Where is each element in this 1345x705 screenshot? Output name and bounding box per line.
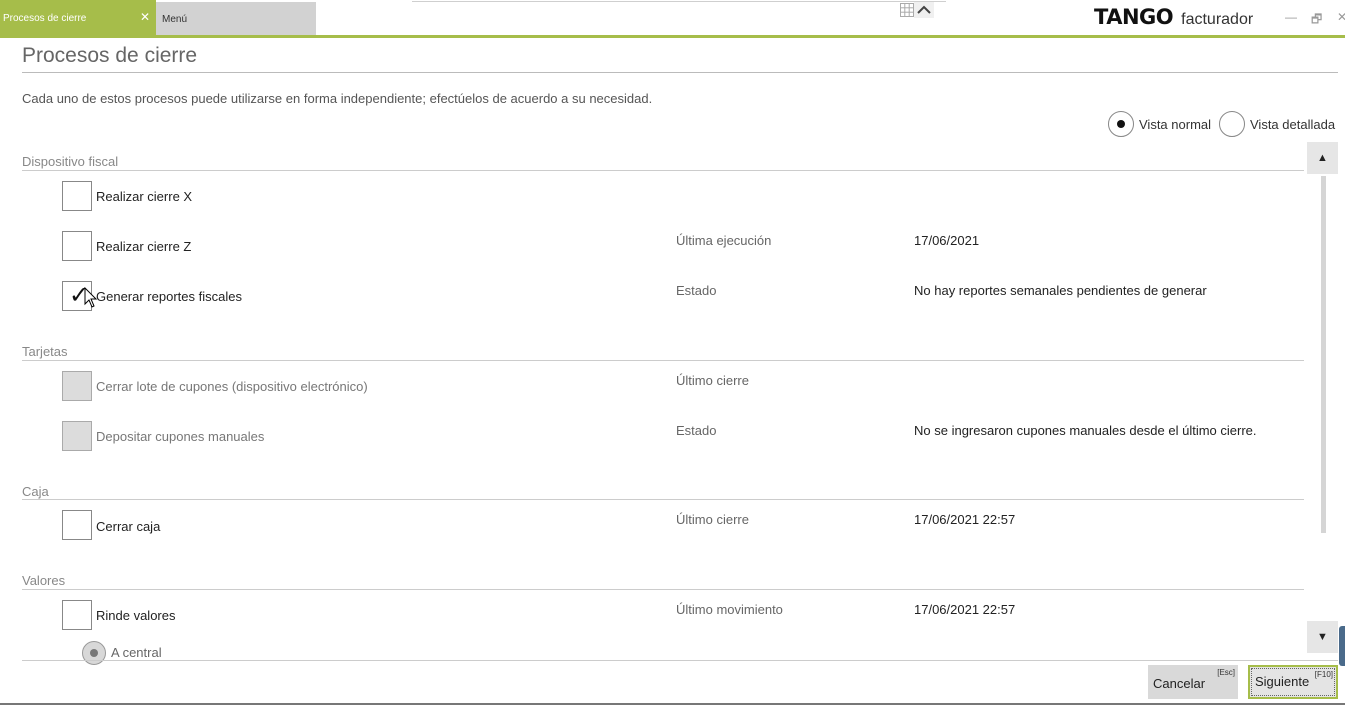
section-label-valores: Valores: [22, 573, 66, 588]
brand: TANGO facturador: [1094, 5, 1253, 31]
section-label-caja: Caja: [22, 484, 49, 499]
restore-icon[interactable]: 🗗: [1311, 10, 1322, 31]
close-tab-icon[interactable]: ✕: [140, 11, 150, 23]
checkbox-rinde-valores[interactable]: [62, 600, 92, 630]
checkbox-label: Realizar cierre X: [96, 189, 193, 204]
checkbox-label: Cerrar lote de cupones (dispositivo elec…: [96, 379, 368, 394]
section-divider: [22, 360, 1304, 361]
meta-value: No hay reportes semanales pendientes de …: [914, 283, 1207, 298]
section-label-fiscal: Dispositivo fiscal: [22, 154, 119, 169]
checkbox-label: Rinde valores: [96, 608, 176, 623]
meta-label: Último movimiento: [676, 602, 783, 617]
scroll-down-button[interactable]: ▼: [1307, 621, 1338, 653]
top-strip: [412, 0, 946, 2]
cancel-button[interactable]: Cancelar [Esc]: [1148, 665, 1238, 699]
window-close-icon[interactable]: ✕: [1337, 10, 1345, 24]
grid-icon[interactable]: [900, 2, 914, 18]
radio-a-central: [82, 641, 106, 665]
tab-label: Procesos de cierre: [3, 12, 87, 24]
shortcut-hint: [Esc]: [1217, 668, 1235, 677]
meta-label: Estado: [676, 423, 717, 438]
scrollbar-thumb[interactable]: [1321, 176, 1326, 533]
mouse-cursor-icon: [84, 287, 98, 308]
checkbox-label: Realizar cierre Z: [96, 239, 192, 254]
checkbox-cerrar-caja[interactable]: [62, 510, 92, 540]
meta-value: 17/06/2021 22:57: [914, 512, 1016, 527]
accent-line: [0, 35, 1345, 38]
section-divider: [22, 170, 1304, 171]
section-divider: [22, 499, 1304, 500]
meta-label: Último cierre: [676, 373, 749, 388]
tab-procesos-de-cierre[interactable]: Procesos de cierre ✕: [0, 0, 156, 36]
checkbox-realizar-cierre-z[interactable]: [62, 231, 92, 261]
minimize-icon[interactable]: —: [1285, 10, 1297, 24]
button-label: Cancelar: [1153, 676, 1206, 691]
radio-label: Vista normal: [1139, 116, 1212, 132]
section-divider: [22, 589, 1304, 590]
button-label: Siguiente: [1255, 674, 1310, 689]
checkbox-label: Generar reportes fiscales: [96, 289, 242, 304]
radio-label: A central: [111, 645, 162, 660]
next-button[interactable]: Siguiente [F10]: [1248, 665, 1338, 699]
shortcut-hint: [F10]: [1314, 670, 1333, 679]
tango-logo: TANGO: [1094, 5, 1174, 29]
checkbox-cerrar-lote-cupones: [62, 371, 92, 401]
radio-checked-icon[interactable]: [1108, 111, 1134, 137]
checkbox-depositar-cupones: [62, 421, 92, 451]
section-label-tarjetas: Tarjetas: [22, 344, 68, 359]
divider: [22, 72, 1338, 73]
tab-menu-label: Menú: [162, 13, 188, 25]
radio-unchecked-icon[interactable]: [1219, 111, 1245, 137]
meta-label: Último cierre: [676, 512, 749, 527]
meta-label: Última ejecución: [676, 233, 772, 248]
meta-label: Estado: [676, 283, 717, 298]
radio-vista-normal[interactable]: Vista normal: [1108, 111, 1211, 137]
radio-vista-detallada[interactable]: Vista detallada: [1219, 111, 1335, 137]
checkbox-label: Depositar cupones manuales: [96, 429, 265, 444]
chevron-up-icon[interactable]: [914, 2, 934, 18]
product-name: facturador: [1181, 11, 1254, 28]
footer-divider: [22, 660, 1338, 661]
tab-bar: Procesos de cierre ✕ Menú TANGO facturad…: [0, 0, 1345, 38]
meta-value: No se ingresaron cupones manuales desde …: [914, 423, 1257, 438]
page-description: Cada uno de estos procesos puede utiliza…: [22, 91, 653, 106]
meta-value: 17/06/2021: [914, 233, 980, 248]
side-panel-handle[interactable]: [1339, 626, 1345, 666]
checkbox-realizar-cierre-x[interactable]: [62, 181, 92, 211]
tab-menu[interactable]: Menú: [156, 2, 316, 36]
page-title: Procesos de cierre: [22, 44, 198, 67]
meta-value: 17/06/2021 22:57: [914, 602, 1016, 617]
checkbox-label: Cerrar caja: [96, 519, 161, 534]
scroll-up-button[interactable]: ▲: [1307, 142, 1338, 174]
radio-label: Vista detallada: [1250, 116, 1336, 132]
